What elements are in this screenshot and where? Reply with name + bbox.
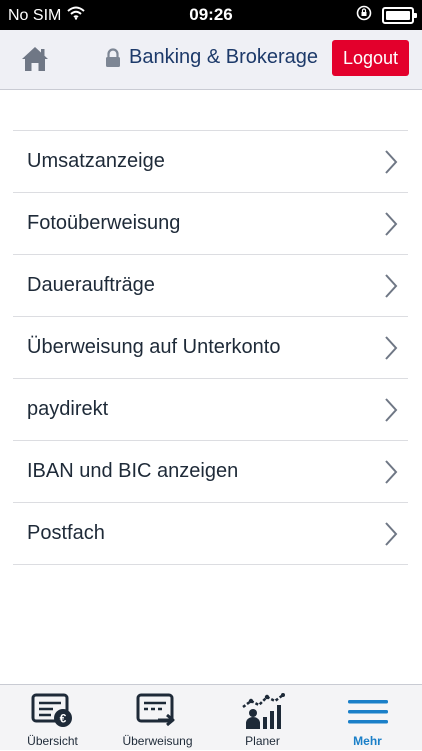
battery-icon <box>382 7 417 24</box>
page-title: Banking & Brokerage <box>129 46 319 68</box>
menu-item-label: Postfach <box>27 522 105 544</box>
chevron-right-icon <box>385 460 398 484</box>
status-right <box>356 5 417 26</box>
menu-item-label: Umsatzanzeige <box>27 150 165 172</box>
tab-label: Mehr <box>353 734 382 748</box>
menu-list: Umsatzanzeige Fotoüberweisung Dauerauftr… <box>13 130 408 565</box>
menu-item-unterkonto[interactable]: Überweisung auf Unterkonto <box>13 317 408 379</box>
menu-item-label: paydirekt <box>27 398 109 420</box>
transfer-card-arrow-icon <box>136 693 174 727</box>
chevron-right-icon <box>385 274 398 298</box>
planner-chart-icon <box>241 693 285 729</box>
tab-ueberweisung[interactable]: Überweisung <box>105 685 210 751</box>
home-icon <box>22 47 48 71</box>
chevron-right-icon <box>385 398 398 422</box>
tab-label: Überweisung <box>122 734 193 748</box>
header-title: Banking & Brokerage <box>104 46 318 69</box>
menu-item-paydirekt[interactable]: paydirekt <box>13 379 408 441</box>
menu-item-postfach[interactable]: Postfach <box>13 503 408 565</box>
chevron-right-icon <box>385 212 398 236</box>
orientation-lock-icon <box>356 5 372 26</box>
chevron-right-icon <box>385 522 398 546</box>
tab-mehr[interactable]: Mehr <box>315 685 420 751</box>
overview-card-euro-icon: € <box>31 693 72 727</box>
lock-icon <box>104 47 122 68</box>
menu-item-label: Fotoüberweisung <box>27 212 181 234</box>
tab-uebersicht[interactable]: € Übersicht <box>0 685 105 751</box>
menu-lines-icon <box>347 700 388 724</box>
menu-item-label: IBAN und BIC anzeigen <box>27 460 239 482</box>
menu-item-label: Daueraufträge <box>27 274 155 296</box>
menu-item-iban-bic[interactable]: IBAN und BIC anzeigen <box>13 441 408 503</box>
menu-item-label: Überweisung auf Unterkonto <box>27 336 281 358</box>
logout-button[interactable]: Logout <box>332 40 409 76</box>
status-bar: No SIM 09:26 <box>0 0 422 30</box>
tab-label: Planer <box>245 734 280 748</box>
home-button[interactable] <box>19 43 51 75</box>
svg-text:€: € <box>59 712 66 726</box>
tab-bar: € Übersicht Überweisung Planer Mehr <box>0 684 422 750</box>
menu-item-umsatzanzeige[interactable]: Umsatzanzeige <box>13 131 408 193</box>
tab-planer[interactable]: Planer <box>210 685 315 751</box>
tab-label: Übersicht <box>27 734 78 748</box>
menu-item-dauerauftraege[interactable]: Daueraufträge <box>13 255 408 317</box>
chevron-right-icon <box>385 150 398 174</box>
menu-item-fotoueberweisung[interactable]: Fotoüberweisung <box>13 193 408 255</box>
chevron-right-icon <box>385 336 398 360</box>
app-header: Banking & Brokerage Logout <box>0 30 422 90</box>
